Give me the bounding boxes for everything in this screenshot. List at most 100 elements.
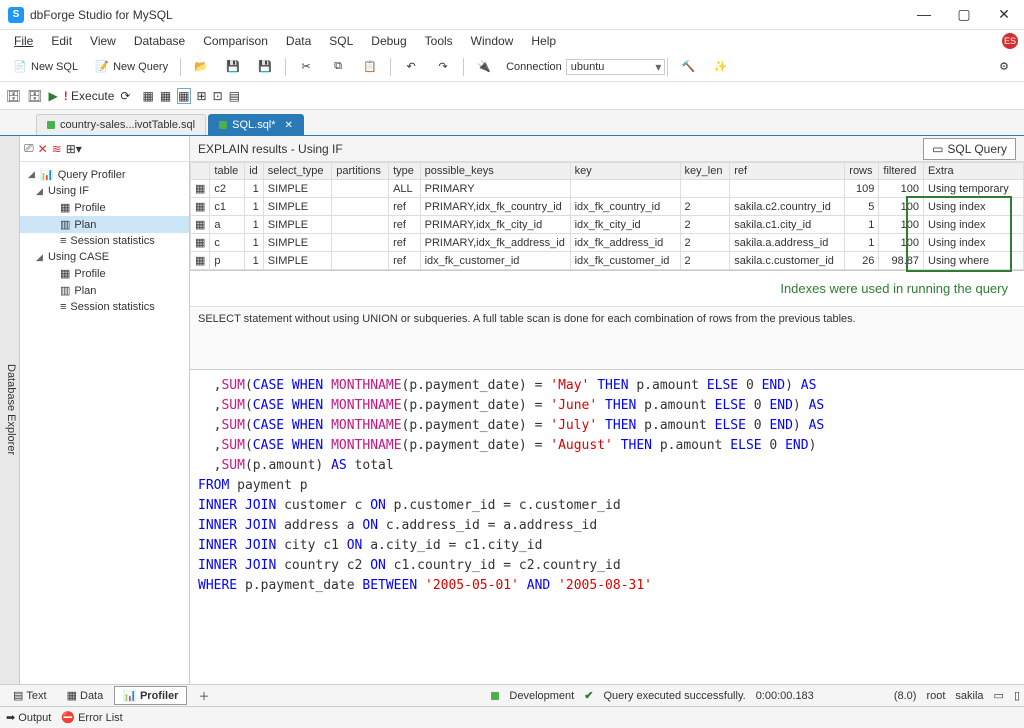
tb2-btn-5[interactable]: ⊡ <box>213 89 223 103</box>
execute-button[interactable]: ! Execute <box>64 89 115 103</box>
db-button-1[interactable]: 🗄 <box>6 89 21 103</box>
sql-icon: 📄 <box>12 59 28 75</box>
table-row[interactable]: ▦ c11SIMPLE refPRIMARY,idx_fk_country_id… <box>191 198 1024 216</box>
tree-item-session-stats[interactable]: ≡Session statistics <box>20 233 189 249</box>
stats-icon: ≡ <box>60 235 66 247</box>
menu-edit[interactable]: Edit <box>43 32 80 50</box>
panel-icon[interactable]: ▭ <box>994 689 1004 702</box>
tool-button-1[interactable]: 🔨 <box>674 56 702 78</box>
profiler-toolbar: ⎚ ✕ ≋ ⊞▾ <box>20 136 189 162</box>
refresh-icon: ⟳ <box>120 89 130 103</box>
settings-button[interactable]: ⚙ <box>990 56 1018 78</box>
save-all-button[interactable]: 💾 <box>251 56 279 78</box>
save-button[interactable]: 💾 <box>219 56 247 78</box>
db-button-2[interactable]: 🗄 <box>27 89 42 103</box>
menu-view[interactable]: View <box>82 32 124 50</box>
table-row[interactable]: ▦ p1SIMPLE refidx_fk_customer_ididx_fk_c… <box>191 252 1024 270</box>
sql-icon: ▭ <box>932 142 943 156</box>
tb2-btn-1[interactable]: ▦ <box>142 89 153 103</box>
menu-debug[interactable]: Debug <box>363 32 414 50</box>
menu-sql[interactable]: SQL <box>321 32 361 50</box>
connect-button[interactable]: 🔌 <box>470 56 498 78</box>
app-title: dbForge Studio for MySQL <box>30 8 912 22</box>
tb2-btn-2[interactable]: ▦ <box>160 89 171 103</box>
explain-description: SELECT statement without using UNION or … <box>190 306 1024 370</box>
profiler-tree: ◢📊Query Profiler ◢Using IF ▦Profile ▥Pla… <box>20 162 189 684</box>
menu-file[interactable]: File <box>6 32 41 50</box>
tab-sql-sql[interactable]: SQL.sql* ✕ <box>208 114 304 135</box>
redo-button[interactable]: ↷ <box>429 56 457 78</box>
table-icon: ▦ <box>191 180 210 198</box>
explain-grid[interactable]: table id select_type partitions type pos… <box>190 162 1024 271</box>
language-badge[interactable]: ES <box>1002 33 1018 49</box>
maximize-button[interactable]: ▢ <box>952 6 976 23</box>
close-button[interactable]: ✕ <box>992 6 1016 23</box>
profiler-tool-delete[interactable]: ✕ <box>38 142 48 156</box>
stats-icon: ≡ <box>60 301 66 313</box>
connection-select[interactable]: ubuntu <box>566 59 666 75</box>
cut-button[interactable]: ✂ <box>292 56 320 78</box>
table-row[interactable]: ▦ c1SIMPLE refPRIMARY,idx_fk_address_idi… <box>191 234 1024 252</box>
bottom-tab-data[interactable]: ▦Data <box>58 686 113 705</box>
table-row[interactable]: ▦ a1SIMPLE refPRIMARY,idx_fk_city_ididx_… <box>191 216 1024 234</box>
table-row[interactable]: ▦ c21SIMPLE ALLPRIMARY 109100Using tempo… <box>191 180 1024 198</box>
menu-tools[interactable]: Tools <box>417 32 461 50</box>
sql-editor[interactable]: ,SUM(CASE WHEN MONTHNAME(p.payment_date)… <box>190 370 1024 684</box>
bottom-tab-text[interactable]: ▤Text <box>4 686 56 705</box>
tb2-btn-4[interactable]: ⊞ <box>197 89 207 103</box>
paste-button[interactable]: 📋 <box>356 56 384 78</box>
bottom-tab-profiler[interactable]: 📊Profiler <box>114 686 187 705</box>
tree-item-plan[interactable]: ▥Plan <box>20 282 189 299</box>
undo-button[interactable]: ↶ <box>397 56 425 78</box>
error-list-tab[interactable]: ⛔ Error List <box>61 711 122 724</box>
wand-icon: ✨ <box>712 59 728 75</box>
tab-country-sales[interactable]: country-sales...ivotTable.sql <box>36 114 206 135</box>
menu-database[interactable]: Database <box>126 32 193 50</box>
profiler-tool-2[interactable]: ≋ <box>52 142 62 156</box>
menu-window[interactable]: Window <box>463 32 522 50</box>
content-area: EXPLAIN results - Using IF ▭ SQL Query t… <box>190 136 1024 684</box>
refresh-button[interactable]: ⟳ <box>120 89 130 103</box>
tree-item-session-stats[interactable]: ≡Session statistics <box>20 299 189 315</box>
run-button[interactable]: ▶ <box>48 89 57 103</box>
undo-icon: ↶ <box>403 59 419 75</box>
connection-label: Connection <box>506 61 562 73</box>
tree-group-using-case[interactable]: ◢Using CASE <box>20 249 189 265</box>
tool-button-2[interactable]: ✨ <box>706 56 734 78</box>
menu-comparison[interactable]: Comparison <box>195 32 276 50</box>
grid-header-row: table id select_type partitions type pos… <box>191 163 1024 180</box>
tb2-btn-3[interactable]: ▦ <box>177 88 190 104</box>
menu-help[interactable]: Help <box>523 32 564 50</box>
tb2-btn-6[interactable]: ▤ <box>229 89 240 103</box>
copy-button[interactable]: ⧉ <box>324 56 352 78</box>
tree-item-plan[interactable]: ▥Plan <box>20 216 189 233</box>
profiler-tool-3[interactable]: ⊞▾ <box>66 142 82 156</box>
document-tabs: country-sales...ivotTable.sql SQL.sql* ✕ <box>0 110 1024 136</box>
tree-root[interactable]: ◢📊Query Profiler <box>20 166 189 183</box>
output-tab[interactable]: ➡ Output <box>6 711 51 724</box>
tree-item-profile[interactable]: ▦Profile <box>20 265 189 282</box>
panel-icon[interactable]: ▯ <box>1014 689 1020 702</box>
profiler-tool-1[interactable]: ⎚ <box>24 141 34 156</box>
sql-query-button[interactable]: ▭ SQL Query <box>923 138 1016 160</box>
menubar: File Edit View Database Comparison Data … <box>0 30 1024 52</box>
status-time: 0:00:00.183 <box>756 690 814 702</box>
paste-icon: 📋 <box>362 59 378 75</box>
status-dot-icon <box>219 121 227 129</box>
new-query-button[interactable]: 📝New Query <box>88 56 174 78</box>
save-icon: 💾 <box>225 59 241 75</box>
close-tab-icon[interactable]: ✕ <box>285 120 293 131</box>
profiler-panel: ⎚ ✕ ≋ ⊞▾ ◢📊Query Profiler ◢Using IF ▦Pro… <box>20 136 190 684</box>
open-button[interactable]: 📂 <box>187 56 215 78</box>
status-db: sakila <box>955 690 983 702</box>
tree-item-profile[interactable]: ▦Profile <box>20 199 189 216</box>
box-icon: ▦ <box>160 89 171 103</box>
database-explorer-tab[interactable]: Database Explorer <box>0 136 20 684</box>
new-sql-button[interactable]: 📄New SQL <box>6 56 84 78</box>
status-version: (8.0) <box>894 690 917 702</box>
minimize-button[interactable]: — <box>912 6 936 23</box>
profile-icon: ▦ <box>60 201 70 214</box>
menu-data[interactable]: Data <box>278 32 319 50</box>
add-tab-button[interactable]: ＋ <box>189 685 218 707</box>
tree-group-using-if[interactable]: ◢Using IF <box>20 183 189 199</box>
